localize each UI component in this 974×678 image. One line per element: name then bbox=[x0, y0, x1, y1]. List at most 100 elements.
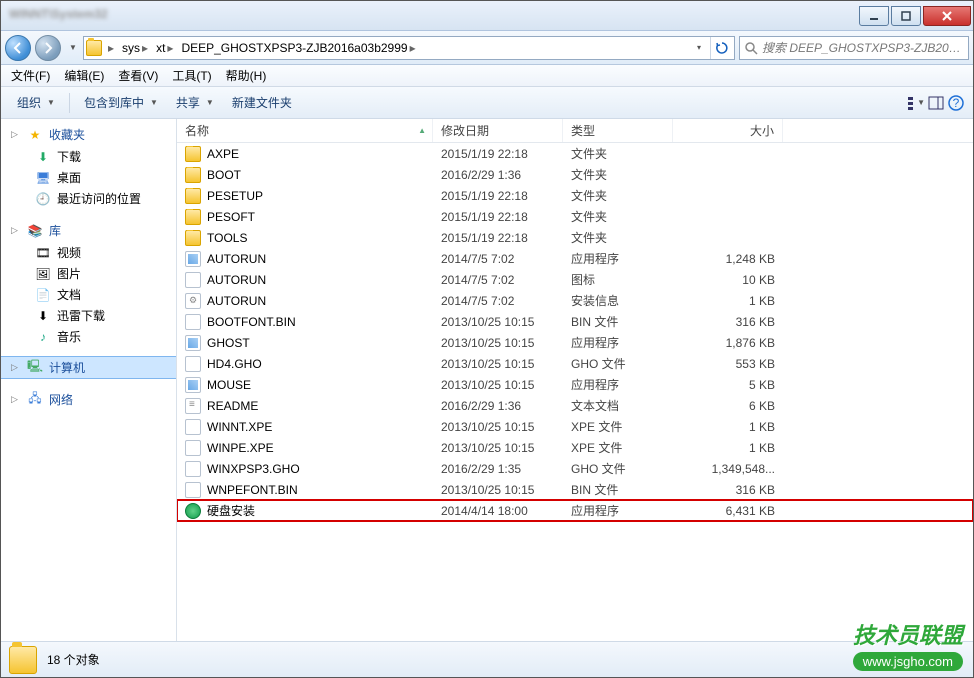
sidebar: ▷★收藏夹 ⬇下载 🖥桌面 🕘最近访问的位置 ▷📚库 🎞视频 🖼图片 📄文档 ⬇… bbox=[1, 119, 177, 641]
document-icon: 📄 bbox=[35, 287, 51, 303]
nav-bar: ▼ ▸ sys▸ xt▸ DEEP_GHOSTXPSP3-ZJB2016a03b… bbox=[1, 31, 973, 65]
share-label: 共享 bbox=[176, 94, 200, 111]
file-name: 硬盘安装 bbox=[207, 502, 255, 519]
title-bar: WINNT\System32 bbox=[1, 1, 973, 31]
file-name: README bbox=[207, 399, 258, 413]
bin-icon bbox=[185, 419, 201, 435]
new-folder-button[interactable]: 新建文件夹 bbox=[224, 91, 300, 114]
minimize-button[interactable] bbox=[859, 6, 889, 26]
back-button[interactable] bbox=[5, 35, 31, 61]
column-type[interactable]: 类型 bbox=[563, 119, 673, 142]
breadcrumb-item[interactable]: DEEP_GHOSTXPSP3-ZJB2016a03b2999▸ bbox=[179, 37, 417, 59]
status-text: 18 个对象 bbox=[47, 651, 100, 668]
breadcrumb-root[interactable]: ▸ bbox=[106, 37, 116, 59]
file-row[interactable]: 硬盘安装2014/4/14 18:00应用程序6,431 KB bbox=[177, 500, 973, 521]
help-button[interactable]: ? bbox=[947, 94, 965, 112]
forward-button[interactable] bbox=[35, 35, 61, 61]
column-name[interactable]: 名称 bbox=[177, 119, 433, 142]
file-row[interactable]: MOUSE2013/10/25 10:15应用程序5 KB bbox=[177, 374, 973, 395]
nav-history-dropdown[interactable]: ▼ bbox=[65, 35, 79, 61]
sidebar-item-label: 图片 bbox=[57, 265, 81, 282]
organize-button[interactable]: 组织▼ bbox=[9, 91, 63, 114]
forward-arrow-icon bbox=[42, 42, 54, 54]
sidebar-item-downloads[interactable]: ⬇下载 bbox=[1, 146, 176, 167]
file-name-cell: TOOLS bbox=[177, 230, 433, 246]
file-type-cell: 应用程序 bbox=[563, 502, 673, 519]
share-button[interactable]: 共享▼ bbox=[168, 91, 222, 114]
file-row[interactable]: AXPE2015/1/19 22:18文件夹 bbox=[177, 143, 973, 164]
column-date[interactable]: 修改日期 bbox=[433, 119, 563, 142]
file-date-cell: 2016/2/29 1:36 bbox=[433, 168, 563, 182]
file-size-cell: 316 KB bbox=[673, 483, 783, 497]
file-row[interactable]: WNPEFONT.BIN2013/10/25 10:15BIN 文件316 KB bbox=[177, 479, 973, 500]
menu-help[interactable]: 帮助(H) bbox=[220, 65, 273, 86]
file-size-cell: 6,431 KB bbox=[673, 504, 783, 518]
chevron-down-icon: ▼ bbox=[917, 98, 925, 107]
sidebar-libraries: ▷📚库 🎞视频 🖼图片 📄文档 ⬇迅雷下载 ♪音乐 bbox=[1, 219, 176, 347]
computer-icon: 🖳 bbox=[27, 360, 43, 376]
include-library-button[interactable]: 包含到库中▼ bbox=[76, 91, 166, 114]
sidebar-head-libraries[interactable]: ▷📚库 bbox=[1, 219, 176, 242]
file-row[interactable]: WINPE.XPE2013/10/25 10:15XPE 文件1 KB bbox=[177, 437, 973, 458]
file-row[interactable]: GHOST2013/10/25 10:15应用程序1,876 KB bbox=[177, 332, 973, 353]
sidebar-item-pictures[interactable]: 🖼图片 bbox=[1, 263, 176, 284]
sidebar-head-favorites[interactable]: ▷★收藏夹 bbox=[1, 123, 176, 146]
file-name: BOOTFONT.BIN bbox=[207, 315, 296, 329]
sidebar-label: 库 bbox=[49, 222, 61, 239]
menu-view[interactable]: 查看(V) bbox=[112, 65, 164, 86]
status-bar: 18 个对象 bbox=[1, 641, 973, 677]
file-row[interactable]: HD4.GHO2013/10/25 10:15GHO 文件553 KB bbox=[177, 353, 973, 374]
separator bbox=[69, 93, 70, 113]
file-name-cell: HD4.GHO bbox=[177, 356, 433, 372]
sidebar-item-videos[interactable]: 🎞视频 bbox=[1, 242, 176, 263]
sidebar-item-computer[interactable]: ▷🖳计算机 bbox=[1, 357, 176, 378]
file-row[interactable]: WINXPSP3.GHO2016/2/29 1:35GHO 文件1,349,54… bbox=[177, 458, 973, 479]
file-row[interactable]: BOOT2016/2/29 1:36文件夹 bbox=[177, 164, 973, 185]
sidebar-item-documents[interactable]: 📄文档 bbox=[1, 284, 176, 305]
file-date-cell: 2016/2/29 1:36 bbox=[433, 399, 563, 413]
file-name-cell: BOOTFONT.BIN bbox=[177, 314, 433, 330]
file-row[interactable]: WINNT.XPE2013/10/25 10:15XPE 文件1 KB bbox=[177, 416, 973, 437]
address-bar[interactable]: ▸ sys▸ xt▸ DEEP_GHOSTXPSP3-ZJB2016a03b29… bbox=[83, 36, 735, 60]
file-row[interactable]: PESOFT2015/1/19 22:18文件夹 bbox=[177, 206, 973, 227]
collapse-icon: ▷ bbox=[11, 362, 21, 373]
video-icon: 🎞 bbox=[35, 245, 51, 261]
sidebar-item-thunder[interactable]: ⬇迅雷下载 bbox=[1, 305, 176, 326]
preview-pane-button[interactable] bbox=[927, 94, 945, 112]
file-type-cell: 应用程序 bbox=[563, 334, 673, 351]
file-row[interactable]: AUTORUN2014/7/5 7:02应用程序1,248 KB bbox=[177, 248, 973, 269]
menu-file[interactable]: 文件(F) bbox=[5, 65, 56, 86]
file-date-cell: 2013/10/25 10:15 bbox=[433, 315, 563, 329]
breadcrumb-item[interactable]: sys▸ bbox=[120, 37, 150, 59]
address-dropdown[interactable]: ▾ bbox=[690, 43, 706, 52]
file-size-cell: 1 KB bbox=[673, 441, 783, 455]
organize-label: 组织 bbox=[17, 94, 41, 111]
file-row[interactable]: README2016/2/29 1:36文本文档6 KB bbox=[177, 395, 973, 416]
search-input[interactable]: 搜索 DEEP_GHOSTXPSP3-ZJB2016... bbox=[739, 36, 969, 60]
file-row[interactable]: TOOLS2015/1/19 22:18文件夹 bbox=[177, 227, 973, 248]
exe-icon bbox=[185, 251, 201, 267]
column-size[interactable]: 大小 bbox=[673, 119, 783, 142]
sidebar-item-desktop[interactable]: 🖥桌面 bbox=[1, 167, 176, 188]
file-row[interactable]: PESETUP2015/1/19 22:18文件夹 bbox=[177, 185, 973, 206]
menu-tools[interactable]: 工具(T) bbox=[166, 65, 217, 86]
folder-icon bbox=[185, 146, 201, 162]
sidebar-item-network[interactable]: ▷🖧网络 bbox=[1, 388, 176, 411]
maximize-icon bbox=[901, 11, 911, 21]
file-row[interactable]: BOOTFONT.BIN2013/10/25 10:15BIN 文件316 KB bbox=[177, 311, 973, 332]
file-type-cell: 图标 bbox=[563, 271, 673, 288]
sidebar-item-recent[interactable]: 🕘最近访问的位置 bbox=[1, 188, 176, 209]
file-date-cell: 2015/1/19 22:18 bbox=[433, 147, 563, 161]
file-row[interactable]: AUTORUN2014/7/5 7:02安装信息1 KB bbox=[177, 290, 973, 311]
file-type-cell: XPE 文件 bbox=[563, 418, 673, 435]
file-row[interactable]: AUTORUN2014/7/5 7:02图标10 KB bbox=[177, 269, 973, 290]
breadcrumb-item[interactable]: xt▸ bbox=[154, 37, 175, 59]
file-date-cell: 2013/10/25 10:15 bbox=[433, 357, 563, 371]
refresh-button[interactable] bbox=[710, 37, 732, 59]
close-button[interactable] bbox=[923, 6, 971, 26]
file-list: 名称 修改日期 类型 大小 AXPE2015/1/19 22:18文件夹BOOT… bbox=[177, 119, 973, 641]
maximize-button[interactable] bbox=[891, 6, 921, 26]
sidebar-item-music[interactable]: ♪音乐 bbox=[1, 326, 176, 347]
menu-edit[interactable]: 编辑(E) bbox=[58, 65, 110, 86]
view-options-button[interactable]: ▼ bbox=[907, 94, 925, 112]
